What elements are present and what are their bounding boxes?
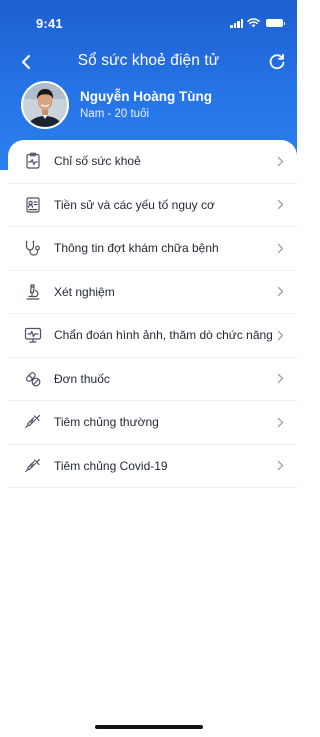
chevron-right-icon [275, 416, 285, 428]
app-screen: 9:41 Sổ sức khoẻ điện tử Nguyễn Hoàng Tù… [0, 0, 297, 737]
menu-list: Chỉ số sức khoẻ Tiền sử và các yếu tố ng… [8, 140, 297, 488]
menu-item-prescription[interactable]: Đơn thuốc [8, 358, 297, 401]
menu-item-label: Đơn thuốc [54, 371, 110, 386]
monitor-wave-icon [24, 326, 42, 344]
avatar-photo [23, 83, 67, 127]
refresh-button[interactable] [265, 50, 289, 74]
profile-name: Nguyễn Hoàng Tùng [80, 89, 212, 104]
menu-item-health-index[interactable]: Chỉ số sức khoẻ [8, 140, 297, 184]
chevron-right-icon [275, 460, 285, 472]
menu-item-visit-info[interactable]: Thông tin đợt khám chữa bệnh [8, 227, 297, 271]
chevron-right-icon [275, 373, 285, 385]
chevron-right-icon [275, 286, 285, 298]
clipboard-pulse-icon [24, 152, 42, 170]
menu-item-label: Xét nghiệm [54, 284, 115, 299]
menu-item-label: Chẩn đoán hình ảnh, thăm dò chức năng [54, 328, 273, 343]
menu-item-label: Tiền sử và các yếu tố nguy cơ [54, 197, 215, 212]
menu-item-label: Thông tin đợt khám chữa bệnh [54, 241, 219, 256]
battery-icon [266, 19, 285, 27]
refresh-icon [269, 53, 285, 70]
home-indicator[interactable] [94, 725, 203, 729]
signal-icon [230, 18, 243, 28]
menu-item-label: Chỉ số sức khoẻ [54, 154, 141, 169]
stethoscope-icon [24, 239, 42, 257]
syringe-icon [24, 413, 42, 431]
menu-item-lab-tests[interactable]: Xét nghiệm [8, 271, 297, 314]
status-icons [230, 18, 285, 28]
syringe-icon [24, 457, 42, 475]
avatar[interactable] [21, 81, 69, 129]
menu-item-label: Tiêm chủng thường [54, 415, 159, 430]
status-bar: 9:41 [0, 0, 297, 44]
wifi-icon [247, 18, 260, 28]
pills-icon [24, 370, 42, 388]
page-title: Sổ sức khoẻ điện tử [77, 52, 220, 69]
menu-item-routine-vaccination[interactable]: Tiêm chủng thường [8, 401, 297, 445]
chevron-right-icon [275, 242, 285, 254]
menu-item-label: Tiêm chủng Covid-19 [54, 458, 168, 473]
chevron-right-icon [275, 329, 285, 341]
menu-sheet: Chỉ số sức khoẻ Tiền sử và các yếu tố ng… [8, 140, 297, 737]
history-form-icon [24, 196, 42, 214]
menu-item-history-risk[interactable]: Tiền sử và các yếu tố nguy cơ [8, 184, 297, 227]
chevron-right-icon [275, 155, 285, 167]
menu-item-imaging[interactable]: Chẩn đoán hình ảnh, thăm dò chức năng [8, 314, 297, 358]
chevron-right-icon [275, 199, 285, 211]
microscope-icon [24, 283, 42, 301]
status-time: 9:41 [36, 16, 63, 31]
menu-item-covid-vaccination[interactable]: Tiêm chủng Covid-19 [8, 445, 297, 488]
profile-subtitle: Nam - 20 tuổi [80, 108, 150, 120]
